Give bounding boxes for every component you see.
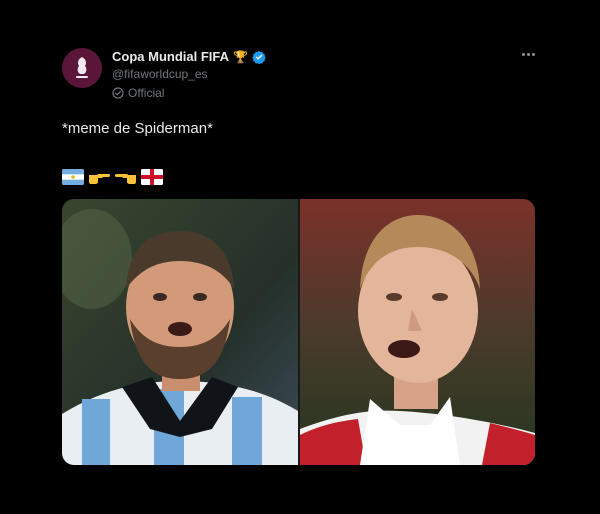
flag-argentina-icon bbox=[62, 169, 84, 185]
pointing-right-hand-icon bbox=[89, 174, 110, 184]
tweet-card: Copa Mundial FIFA 🏆 @fifaworldcup_es Off… bbox=[0, 0, 600, 514]
fifa-world-cup-logo-icon bbox=[66, 52, 98, 84]
tweet-media[interactable] bbox=[62, 199, 535, 465]
player-photo-left[interactable] bbox=[62, 199, 298, 465]
verified-badge-icon bbox=[252, 50, 266, 64]
emoji-row bbox=[62, 169, 163, 185]
official-label: Official bbox=[128, 86, 165, 100]
official-check-icon bbox=[112, 87, 124, 99]
player-argentina-image bbox=[62, 199, 298, 465]
tweet-text: *meme de Spiderman* bbox=[62, 120, 213, 137]
flag-england-icon bbox=[141, 169, 163, 185]
official-label-row: Official bbox=[112, 86, 164, 100]
more-options-icon[interactable] bbox=[518, 46, 538, 62]
player-photo-right[interactable] bbox=[300, 199, 535, 465]
author-name-row: Copa Mundial FIFA 🏆 bbox=[112, 49, 266, 64]
avatar[interactable] bbox=[62, 48, 102, 88]
trophy-icon: 🏆 bbox=[233, 49, 248, 64]
author-handle[interactable]: @fifaworldcup_es bbox=[112, 67, 208, 81]
pointing-left-hand-icon bbox=[115, 174, 136, 184]
player-england-image bbox=[300, 199, 535, 465]
author-display-name[interactable]: Copa Mundial FIFA bbox=[112, 49, 229, 64]
